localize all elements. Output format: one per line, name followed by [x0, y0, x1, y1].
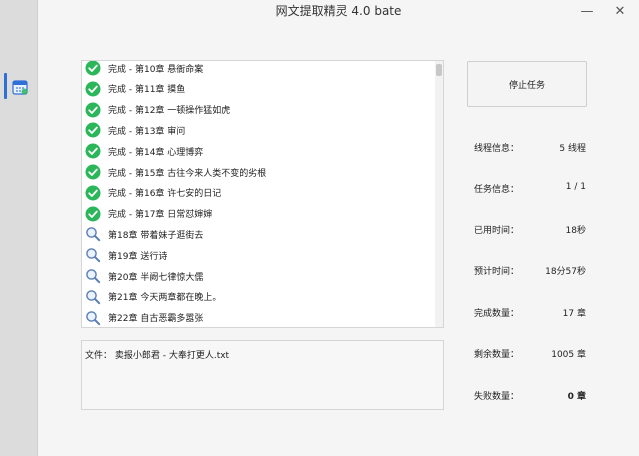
check-circle-icon — [84, 163, 102, 181]
check-circle-icon — [84, 205, 102, 223]
check-circle-icon — [84, 101, 102, 119]
list-item-label: 完成 - 第14章 心理博弈 — [108, 147, 204, 158]
list-item[interactable]: 第20章 半阙七律惊大儒 — [84, 266, 203, 286]
title-bar: 网文提取精灵 4.0 bate — ✕ — [38, 0, 639, 24]
check-circle-icon — [84, 61, 102, 77]
stat-label: 任务信息： — [474, 185, 520, 195]
list-item-label: 第18章 带着妹子逛街去 — [108, 230, 204, 241]
list-item-label: 完成 - 第10章 悬衙命案 — [108, 64, 204, 75]
chapter-list[interactable]: 完成 - 第10章 悬衙命案 完成 - 第11章 摸鱼完成 - 第12章 一顿操作… — [81, 60, 444, 328]
stat-value: 18秒 — [565, 226, 586, 236]
check-circle-icon — [84, 142, 102, 160]
search-icon — [84, 267, 102, 285]
list-item-label: 第22章 自古恶霸多嚣张 — [108, 314, 204, 325]
stat-value: 1005 章 — [551, 350, 586, 360]
list-item[interactable]: 完成 - 第14章 心理博弈 — [84, 141, 203, 161]
list-item[interactable]: 第19章 送行诗 — [84, 245, 167, 265]
list-item[interactable]: 完成 - 第12章 一顿操作猛如虎 — [84, 100, 230, 120]
list-item[interactable]: 完成 - 第13章 审问 — [84, 120, 185, 140]
list-item[interactable]: 完成 - 第11章 摸鱼 — [84, 79, 185, 99]
list-item[interactable]: 第18章 带着妹子逛街去 — [84, 224, 203, 244]
file-info-panel: 文件： 卖报小郎君 - 大奉打更人.txt — [81, 340, 444, 410]
list-item[interactable]: 完成 - 第17章 日常怼婶婶 — [84, 204, 212, 224]
list-item[interactable]: 完成 - 第15章 古往今来人类不变的劣根 — [84, 162, 266, 182]
list-item-label: 第21章 今天两章都在晚上。 — [108, 293, 222, 304]
list-item[interactable]: 完成 - 第10章 悬衙命案 — [84, 61, 204, 78]
search-icon — [84, 225, 102, 243]
list-item-label: 完成 - 第11章 摸鱼 — [108, 85, 186, 96]
stat-label: 线程信息： — [474, 144, 520, 154]
stat-row: 完成数量： 17 章 — [474, 306, 586, 320]
search-icon — [84, 309, 102, 327]
close-icon[interactable]: ✕ — [605, 0, 635, 22]
list-item-label: 完成 - 第16章 许七安的日记 — [108, 189, 222, 200]
stat-row: 线程信息： 5 线程 — [474, 141, 586, 155]
stat-value: 1 / 1 — [565, 182, 586, 192]
window-title: 网文提取精灵 4.0 bate — [275, 4, 402, 18]
scrollbar-thumb[interactable] — [436, 64, 442, 76]
stat-value: 5 线程 — [559, 144, 586, 154]
stat-label: 完成数量： — [474, 309, 520, 319]
search-icon — [84, 288, 102, 306]
list-item-label: 完成 - 第12章 一顿操作猛如虎 — [108, 106, 231, 117]
list-item-label: 第20章 半阙七律惊大儒 — [108, 272, 204, 283]
list-item-label: 完成 - 第13章 审问 — [108, 126, 186, 137]
stat-label: 剩余数量： — [474, 350, 520, 360]
list-item-label: 完成 - 第15章 古往今来人类不变的劣根 — [108, 168, 267, 179]
stat-label: 预计时间： — [474, 267, 520, 277]
stat-value: 17 章 — [562, 309, 586, 319]
list-item-label: 完成 - 第17章 日常怼婶婶 — [108, 210, 213, 221]
list-item[interactable]: 完成 - 第16章 许七安的日记 — [84, 183, 221, 203]
stat-value: 18分57秒 — [545, 267, 586, 277]
stat-label: 失败数量： — [474, 392, 520, 402]
sidebar-active-indicator — [4, 73, 7, 99]
stat-row: 预计时间： 18分57秒 — [474, 264, 586, 278]
search-icon — [84, 246, 102, 264]
stat-value: 0 章 — [567, 392, 586, 402]
list-item[interactable]: 第21章 今天两章都在晚上。 — [84, 287, 221, 307]
stat-label: 已用时间： — [474, 226, 520, 236]
file-name: 文件： 卖报小郎君 - 大奉打更人.txt — [85, 351, 230, 361]
check-circle-icon — [84, 80, 102, 98]
stat-row: 任务信息： 1 / 1 — [474, 182, 586, 196]
list-item[interactable]: 第22章 自古恶霸多嚣张 — [84, 308, 204, 327]
stat-row: 失败数量： 0 章 — [474, 389, 586, 403]
scrollbar[interactable] — [435, 61, 443, 327]
stat-row: 已用时间： 18秒 — [474, 223, 586, 237]
calendar-app-icon[interactable] — [9, 76, 31, 98]
stop-task-button[interactable]: 停止任务 — [467, 61, 587, 107]
minimize-icon[interactable]: — — [572, 0, 602, 22]
check-circle-icon — [84, 184, 102, 202]
check-circle-icon — [84, 121, 102, 139]
list-item-label: 第19章 送行诗 — [108, 251, 168, 262]
app-window: 网文提取精灵 4.0 bate — ✕ 完成 - 第10章 悬衙命案 完成 - 第… — [0, 0, 639, 456]
sidebar — [0, 0, 38, 456]
stat-row: 剩余数量： 1005 章 — [474, 347, 586, 361]
